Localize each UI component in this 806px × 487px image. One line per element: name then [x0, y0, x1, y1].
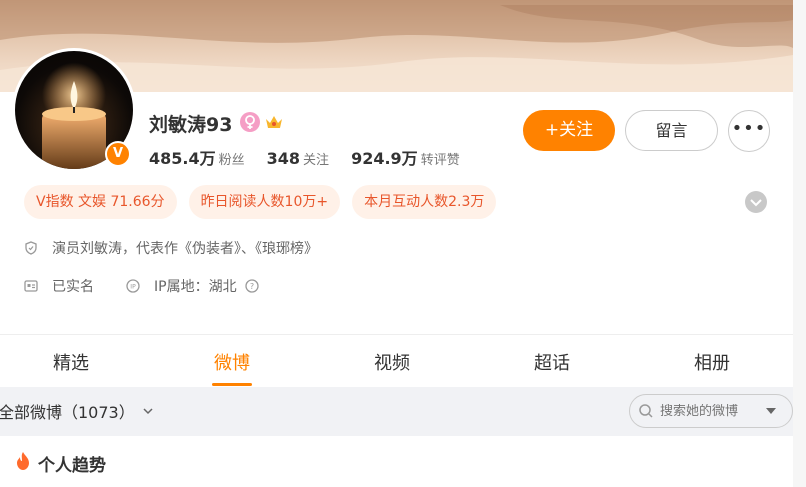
shield-icon — [25, 241, 37, 255]
svg-text:IP: IP — [130, 284, 136, 291]
stat-label: 转评赞 — [420, 153, 460, 168]
more-button[interactable]: ••• — [728, 110, 770, 152]
message-button[interactable]: 留言 — [625, 110, 718, 151]
follow-button[interactable]: +关注 — [523, 110, 615, 151]
stat-reposts-likes: 924.9万 转评赞 — [351, 145, 460, 169]
help-icon[interactable]: ? — [244, 279, 259, 293]
trend-title: 个人趋势 — [38, 456, 106, 476]
svg-text:?: ? — [249, 282, 253, 291]
stat-label: 粉丝 — [218, 153, 245, 168]
profile-stats: 485.4万 粉丝 348 关注 924.9万 转评赞 — [149, 145, 460, 169]
weibo-filter-dropdown[interactable]: 全部微博（1073） — [0, 399, 155, 423]
female-icon — [240, 112, 260, 132]
fire-icon — [17, 452, 29, 470]
scrollbar[interactable] — [793, 0, 806, 487]
stat-value: 348 — [266, 149, 301, 168]
weibo-search[interactable] — [629, 394, 793, 428]
filter-label: 全部微博（1073） — [0, 403, 135, 422]
expand-button[interactable] — [745, 191, 767, 213]
tab-featured[interactable]: 精选 — [53, 349, 89, 375]
profile-tabs: 精选 微博 视频 超话 相册 — [0, 334, 793, 387]
bio-row: 演员刘敏涛，代表作《伪装者》、《琅琊榜》 — [24, 238, 318, 258]
stat-value: 485.4万 — [149, 149, 216, 168]
chevron-down-icon — [143, 408, 153, 415]
search-icon — [639, 404, 653, 418]
profile-tags: V指数 文娱 71.66分 昨日阅读人数10万+ 本月互动人数2.3万 — [24, 185, 497, 219]
search-input[interactable] — [660, 403, 765, 419]
ip-icon: IP — [126, 279, 140, 293]
stat-value: 924.9万 — [351, 149, 418, 168]
id-card-icon — [24, 280, 38, 292]
tag-v-index[interactable]: V指数 文娱 71.66分 — [24, 185, 177, 219]
ip-location-text: IP属地：湖北 — [154, 279, 237, 295]
identity-row: 已实名 IP IP属地：湖北 ? — [24, 276, 259, 296]
stat-followers[interactable]: 485.4万 粉丝 — [149, 145, 245, 169]
tag-daily-readers[interactable]: 昨日阅读人数10万+ — [188, 185, 341, 219]
active-tab-indicator — [212, 383, 252, 386]
tab-video[interactable]: 视频 — [374, 349, 410, 375]
profile-name: 刘敏涛93 — [149, 114, 233, 136]
tab-weibo[interactable]: 微博 — [214, 349, 250, 375]
stat-following[interactable]: 348 关注 — [267, 149, 329, 168]
personal-trend-card: 个人趋势 — [0, 436, 793, 487]
tab-super-topic[interactable]: 超话 — [534, 349, 570, 375]
caret-down-icon[interactable] — [765, 405, 777, 417]
tag-monthly-interactions[interactable]: 本月互动人数2.3万 — [352, 185, 497, 219]
chevron-down-icon — [750, 199, 762, 207]
bio-text: 演员刘敏涛，代表作《伪装者》、《琅琊榜》 — [52, 241, 318, 257]
verified-badge: V — [105, 141, 131, 167]
stat-label: 关注 — [303, 153, 330, 168]
crown-icon — [264, 112, 284, 132]
verified-name-text: 已实名 — [52, 279, 94, 295]
tab-album[interactable]: 相册 — [694, 349, 730, 375]
